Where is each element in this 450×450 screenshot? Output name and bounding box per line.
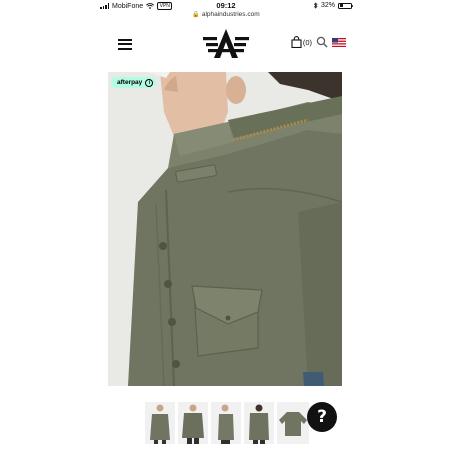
thumbnail-hood[interactable] xyxy=(178,402,208,444)
thumbnail-strip xyxy=(145,402,309,444)
thumbnail-flat[interactable] xyxy=(277,402,309,444)
thumbnail-front[interactable] xyxy=(145,402,175,444)
bluetooth-icon xyxy=(313,2,318,9)
alpha-industries-logo[interactable] xyxy=(202,28,250,60)
info-icon[interactable]: i xyxy=(145,78,154,87)
afterpay-badge[interactable]: afterpay i xyxy=(111,77,157,88)
cart-count: (0) xyxy=(302,37,312,47)
jacket-photo xyxy=(108,72,342,386)
page-url: alphaindustries.com xyxy=(201,11,260,18)
header-actions: (0) xyxy=(291,36,346,48)
us-flag-icon[interactable] xyxy=(332,37,346,47)
site-header: (0) xyxy=(100,24,352,64)
cart-button[interactable]: (0) xyxy=(291,36,312,48)
help-button[interactable]: ? xyxy=(307,402,337,432)
product-image[interactable]: afterpay i xyxy=(108,72,342,386)
hamburger-menu-icon[interactable] xyxy=(118,39,132,50)
thumbnail-back[interactable] xyxy=(244,402,274,444)
address-bar[interactable]: 🔒 alphaindustries.com xyxy=(100,11,352,21)
phone-screen: MobiFone VPN 09:12 32% 🔒 alphaindustries.… xyxy=(0,0,450,450)
status-right: 32% xyxy=(313,2,354,9)
shopping-bag-icon xyxy=(291,36,302,48)
battery-percent: 32% xyxy=(320,2,335,9)
battery-level xyxy=(339,4,344,7)
battery-icon xyxy=(338,2,354,9)
search-icon[interactable] xyxy=(316,36,328,48)
lock-icon: 🔒 xyxy=(192,12,200,18)
thumbnail-side[interactable] xyxy=(211,402,241,444)
afterpay-label: afterpay xyxy=(117,79,143,86)
